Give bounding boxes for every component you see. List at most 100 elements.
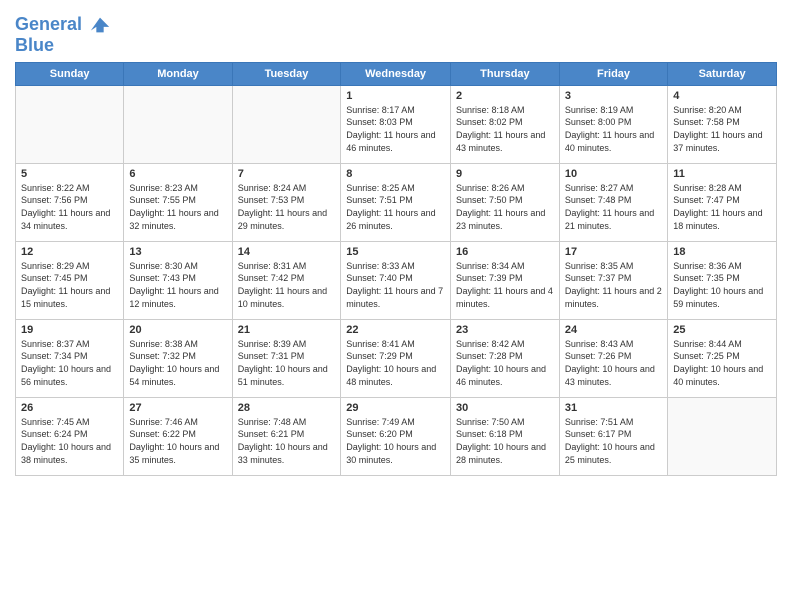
day-number: 11	[673, 168, 771, 180]
day-info: Sunrise: 8:23 AM Sunset: 7:55 PM Dayligh…	[129, 182, 226, 232]
day-number: 4	[673, 90, 771, 102]
logo: General Blue	[15, 14, 111, 56]
day-number: 19	[21, 324, 118, 336]
day-cell: 6 Sunrise: 8:23 AM Sunset: 7:55 PM Daylig…	[124, 163, 232, 241]
day-info: Sunrise: 7:46 AM Sunset: 6:22 PM Dayligh…	[129, 416, 226, 466]
day-info: Sunrise: 8:43 AM Sunset: 7:26 PM Dayligh…	[565, 338, 662, 388]
day-info: Sunrise: 8:35 AM Sunset: 7:37 PM Dayligh…	[565, 260, 662, 310]
logo-blue: Blue	[15, 36, 111, 56]
day-cell: 29 Sunrise: 7:49 AM Sunset: 6:20 PM Dayli…	[341, 397, 451, 475]
day-number: 9	[456, 168, 554, 180]
day-number: 24	[565, 324, 662, 336]
day-cell: 1Sunrise: 8:17 AM Sunset: 8:03 PM Daylig…	[341, 85, 451, 163]
day-cell: 12Sunrise: 8:29 AM Sunset: 7:45 PM Dayli…	[16, 241, 124, 319]
day-cell: 19 Sunrise: 8:37 AM Sunset: 7:34 PM Dayli…	[16, 319, 124, 397]
day-cell: 14 Sunrise: 8:31 AM Sunset: 7:42 PM Dayli…	[232, 241, 341, 319]
day-number: 26	[21, 402, 118, 414]
day-number: 29	[346, 402, 445, 414]
day-number: 23	[456, 324, 554, 336]
day-cell: 23 Sunrise: 8:42 AM Sunset: 7:28 PM Dayli…	[450, 319, 559, 397]
day-info: Sunrise: 7:45 AM Sunset: 6:24 PM Dayligh…	[21, 416, 118, 466]
day-header-tuesday: Tuesday	[232, 62, 341, 85]
day-number: 10	[565, 168, 662, 180]
day-info: Sunrise: 8:39 AM Sunset: 7:31 PM Dayligh…	[238, 338, 336, 388]
day-number: 6	[129, 168, 226, 180]
day-info: Sunrise: 8:44 AM Sunset: 7:25 PM Dayligh…	[673, 338, 771, 388]
day-cell: 13Sunrise: 8:30 AM Sunset: 7:43 PM Dayli…	[124, 241, 232, 319]
day-cell: 24 Sunrise: 8:43 AM Sunset: 7:26 PM Dayli…	[559, 319, 667, 397]
day-cell	[668, 397, 777, 475]
day-cell: 7Sunrise: 8:24 AM Sunset: 7:53 PM Daylig…	[232, 163, 341, 241]
day-info: Sunrise: 8:30 AM Sunset: 7:43 PM Dayligh…	[129, 260, 226, 310]
day-number: 2	[456, 90, 554, 102]
day-info: Sunrise: 8:17 AM Sunset: 8:03 PM Dayligh…	[346, 104, 445, 154]
day-number: 25	[673, 324, 771, 336]
day-cell: 11 Sunrise: 8:28 AM Sunset: 7:47 PM Dayli…	[668, 163, 777, 241]
day-header-friday: Friday	[559, 62, 667, 85]
day-number: 27	[129, 402, 226, 414]
day-cell: 31 Sunrise: 7:51 AM Sunset: 6:17 PM Dayli…	[559, 397, 667, 475]
day-number: 14	[238, 246, 336, 258]
day-cell: 25 Sunrise: 8:44 AM Sunset: 7:25 PM Dayli…	[668, 319, 777, 397]
day-info: Sunrise: 7:48 AM Sunset: 6:21 PM Dayligh…	[238, 416, 336, 466]
day-info: Sunrise: 7:49 AM Sunset: 6:20 PM Dayligh…	[346, 416, 445, 466]
day-cell: 2 Sunrise: 8:18 AM Sunset: 8:02 PM Daylig…	[450, 85, 559, 163]
day-number: 7	[238, 168, 336, 180]
day-info: Sunrise: 8:37 AM Sunset: 7:34 PM Dayligh…	[21, 338, 118, 388]
day-header-wednesday: Wednesday	[341, 62, 451, 85]
day-cell	[16, 85, 124, 163]
day-number: 21	[238, 324, 336, 336]
calendar-body: 1Sunrise: 8:17 AM Sunset: 8:03 PM Daylig…	[16, 85, 777, 475]
day-number: 30	[456, 402, 554, 414]
day-info: Sunrise: 8:25 AM Sunset: 7:51 PM Dayligh…	[346, 182, 445, 232]
day-info: Sunrise: 8:18 AM Sunset: 8:02 PM Dayligh…	[456, 104, 554, 154]
day-info: Sunrise: 8:28 AM Sunset: 7:47 PM Dayligh…	[673, 182, 771, 232]
day-cell: 9 Sunrise: 8:26 AM Sunset: 7:50 PM Daylig…	[450, 163, 559, 241]
day-cell: 30 Sunrise: 7:50 AM Sunset: 6:18 PM Dayli…	[450, 397, 559, 475]
calendar-header: SundayMondayTuesdayWednesdayThursdayFrid…	[16, 62, 777, 85]
day-number: 16	[456, 246, 554, 258]
day-info: Sunrise: 8:22 AM Sunset: 7:56 PM Dayligh…	[21, 182, 118, 232]
day-cell: 17Sunrise: 8:35 AM Sunset: 7:37 PM Dayli…	[559, 241, 667, 319]
day-info: Sunrise: 8:41 AM Sunset: 7:29 PM Dayligh…	[346, 338, 445, 388]
day-cell: 28 Sunrise: 7:48 AM Sunset: 6:21 PM Dayli…	[232, 397, 341, 475]
day-number: 15	[346, 246, 445, 258]
day-info: Sunrise: 8:38 AM Sunset: 7:32 PM Dayligh…	[129, 338, 226, 388]
day-cell	[124, 85, 232, 163]
day-info: Sunrise: 8:42 AM Sunset: 7:28 PM Dayligh…	[456, 338, 554, 388]
day-number: 18	[673, 246, 771, 258]
page-container: General Blue SundayMondayTuesdayWednesda…	[0, 0, 792, 612]
logo-text: General	[15, 14, 111, 36]
day-cell: 20Sunrise: 8:38 AM Sunset: 7:32 PM Dayli…	[124, 319, 232, 397]
day-cell: 22Sunrise: 8:41 AM Sunset: 7:29 PM Dayli…	[341, 319, 451, 397]
day-cell: 26 Sunrise: 7:45 AM Sunset: 6:24 PM Dayli…	[16, 397, 124, 475]
day-info: Sunrise: 8:33 AM Sunset: 7:40 PM Dayligh…	[346, 260, 445, 310]
day-cell: 21 Sunrise: 8:39 AM Sunset: 7:31 PM Dayli…	[232, 319, 341, 397]
day-number: 5	[21, 168, 118, 180]
calendar: SundayMondayTuesdayWednesdayThursdayFrid…	[15, 62, 777, 476]
day-cell: 8Sunrise: 8:25 AM Sunset: 7:51 PM Daylig…	[341, 163, 451, 241]
day-cell: 18Sunrise: 8:36 AM Sunset: 7:35 PM Dayli…	[668, 241, 777, 319]
day-info: Sunrise: 8:26 AM Sunset: 7:50 PM Dayligh…	[456, 182, 554, 232]
day-cell: 4 Sunrise: 8:20 AM Sunset: 7:58 PM Daylig…	[668, 85, 777, 163]
week-row-4: 19 Sunrise: 8:37 AM Sunset: 7:34 PM Dayli…	[16, 319, 777, 397]
day-cell: 27 Sunrise: 7:46 AM Sunset: 6:22 PM Dayli…	[124, 397, 232, 475]
header: General Blue	[15, 10, 777, 56]
week-row-1: 1Sunrise: 8:17 AM Sunset: 8:03 PM Daylig…	[16, 85, 777, 163]
day-number: 31	[565, 402, 662, 414]
day-cell: 15 Sunrise: 8:33 AM Sunset: 7:40 PM Dayli…	[341, 241, 451, 319]
week-row-3: 12Sunrise: 8:29 AM Sunset: 7:45 PM Dayli…	[16, 241, 777, 319]
week-row-2: 5 Sunrise: 8:22 AM Sunset: 7:56 PM Daylig…	[16, 163, 777, 241]
day-info: Sunrise: 7:51 AM Sunset: 6:17 PM Dayligh…	[565, 416, 662, 466]
day-cell: 10 Sunrise: 8:27 AM Sunset: 7:48 PM Dayli…	[559, 163, 667, 241]
day-cell	[232, 85, 341, 163]
day-info: Sunrise: 8:20 AM Sunset: 7:58 PM Dayligh…	[673, 104, 771, 154]
day-number: 12	[21, 246, 118, 258]
day-info: Sunrise: 8:19 AM Sunset: 8:00 PM Dayligh…	[565, 104, 662, 154]
day-info: Sunrise: 8:31 AM Sunset: 7:42 PM Dayligh…	[238, 260, 336, 310]
day-number: 3	[565, 90, 662, 102]
day-number: 28	[238, 402, 336, 414]
day-info: Sunrise: 8:27 AM Sunset: 7:48 PM Dayligh…	[565, 182, 662, 232]
day-header-sunday: Sunday	[16, 62, 124, 85]
day-info: Sunrise: 7:50 AM Sunset: 6:18 PM Dayligh…	[456, 416, 554, 466]
